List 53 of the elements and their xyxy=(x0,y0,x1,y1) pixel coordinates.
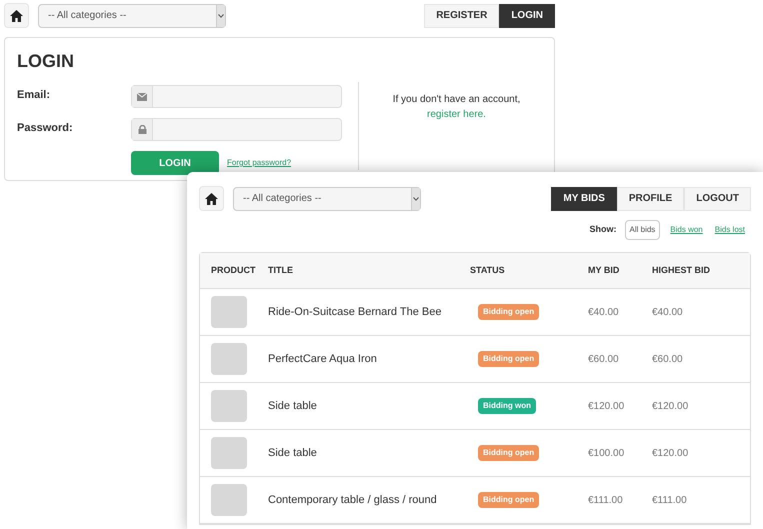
my-bid-amount: €120.00 xyxy=(588,400,624,412)
photo-placeholder xyxy=(211,296,247,328)
nav-tab[interactable]: MY BIDS xyxy=(551,186,617,210)
nav-tab[interactable]: REGISTER xyxy=(424,4,500,28)
register-prompt: If you don't have an account, xyxy=(392,93,522,107)
product-title: Ride-On-Suitcase Bernard The Bee xyxy=(268,306,442,318)
my-bid-amount: €100.00 xyxy=(588,448,624,458)
chevron-down-icon xyxy=(413,196,419,200)
home-icon xyxy=(10,10,23,22)
envelope-icon xyxy=(137,92,147,100)
home-button[interactable] xyxy=(199,186,224,211)
status-badge: Bidding open xyxy=(478,492,540,508)
column-header: MY BID xyxy=(588,264,620,275)
highest-bid-amount: €40.00 xyxy=(652,306,683,318)
photo-placeholder xyxy=(211,484,247,516)
column-header: TITLE xyxy=(268,264,293,275)
lock-icon xyxy=(138,125,146,134)
nav-tab[interactable]: LOGIN xyxy=(499,4,555,28)
highest-bid-amount: €120.00 xyxy=(652,400,688,412)
photo-placeholder xyxy=(211,437,247,469)
chevron-down-icon xyxy=(218,14,224,18)
photo-placeholder xyxy=(211,343,247,375)
home-icon xyxy=(205,192,218,204)
column-header: HIGHEST BID xyxy=(652,264,710,275)
status-badge: Bidding won xyxy=(478,398,536,414)
product-title: Side table xyxy=(268,446,317,459)
category-select[interactable]: -- All categories -- xyxy=(233,186,421,210)
category-select[interactable]: -- All categories -- xyxy=(38,4,226,28)
highest-bid-amount: €120.00 xyxy=(652,448,688,458)
input-field[interactable] xyxy=(131,85,342,108)
product-title: Contemporary table / glass / round xyxy=(268,494,437,506)
my-bid-amount: €40.00 xyxy=(588,306,619,318)
my-bid-amount: €60.00 xyxy=(588,354,619,364)
nav-tab[interactable]: LOGOUT xyxy=(684,186,751,210)
nav-tab[interactable]: PROFILE xyxy=(616,186,684,210)
highest-bid-amount: €111.00 xyxy=(652,494,687,506)
status-badge: Bidding open xyxy=(478,445,540,461)
product-title: Side table xyxy=(268,400,317,412)
highest-bid-amount: €60.00 xyxy=(652,354,683,364)
field-label: Email: xyxy=(17,88,52,103)
photo-placeholder xyxy=(211,390,247,422)
product-title: PerfectCare Aqua Iron xyxy=(268,352,377,365)
status-badge: Bidding open xyxy=(478,304,540,320)
page-title: LOGIN xyxy=(17,50,75,73)
home-button[interactable] xyxy=(4,3,29,28)
column-header: PRODUCT xyxy=(211,264,256,275)
filter-label: Show: xyxy=(590,223,616,236)
my-bid-amount: €111.00 xyxy=(588,494,623,506)
filter-link[interactable]: All bids xyxy=(624,220,660,240)
status-badge: Bidding open xyxy=(478,351,540,367)
column-header: STATUS xyxy=(470,264,505,275)
input-field[interactable] xyxy=(131,118,342,141)
field-label: Password: xyxy=(17,121,74,136)
